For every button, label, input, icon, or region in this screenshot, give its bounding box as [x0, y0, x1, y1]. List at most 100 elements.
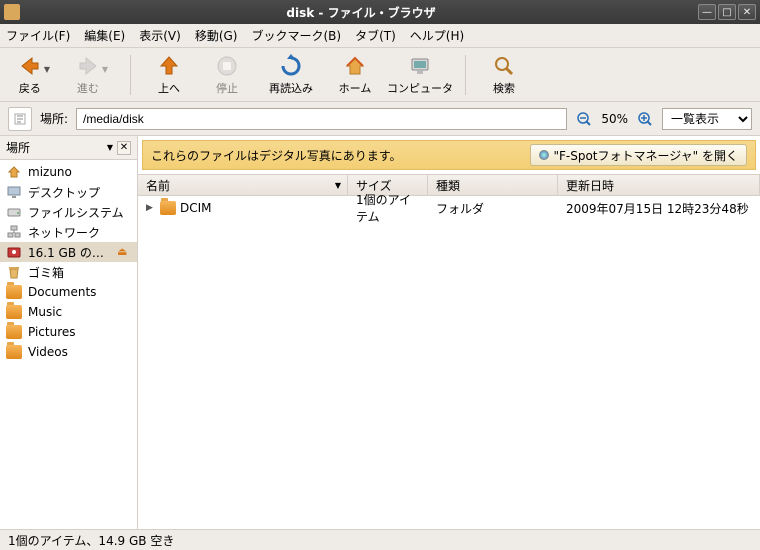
sort-indicator-icon: ▼	[335, 181, 341, 190]
sidebar-item[interactable]: ファイルシステム	[0, 202, 137, 222]
expander-icon[interactable]: ▶	[146, 203, 156, 213]
sidebar-item[interactable]: Videos	[0, 342, 137, 362]
sidebar-item[interactable]: ネットワーク	[0, 222, 137, 242]
sidebar-item[interactable]: デスクトップ	[0, 182, 137, 202]
sidebar-close-button[interactable]: ✕	[117, 141, 131, 155]
file-list[interactable]: ▶DCIM1個のアイテムフォルダ2009年07月15日 12時23分48秒	[138, 196, 760, 529]
sidebar-item-label: Music	[28, 305, 131, 319]
menu-bookmarks[interactable]: ブックマーク(B)	[251, 27, 341, 44]
sidebar-item[interactable]: 16.1 GB のメデ... ⏏	[0, 242, 137, 262]
up-icon	[157, 54, 181, 78]
back-icon	[18, 54, 42, 78]
sidebar-title: 場所	[6, 139, 103, 156]
toolbar: 戻る ▼ 進む ▼ 上へ 停止 再読込み ホーム コンピュータ 検索	[0, 48, 760, 102]
separator	[130, 55, 131, 95]
location-bar: 場所: 50% 一覧表示	[0, 102, 760, 136]
sidebar: 場所 ▼ ✕ mizunoデスクトップファイルシステムネットワーク16.1 GB…	[0, 136, 138, 529]
trash-icon	[6, 264, 22, 280]
file-name: DCIM	[180, 201, 212, 215]
menu-go[interactable]: 移動(G)	[195, 27, 238, 44]
zoom-in-button[interactable]	[636, 110, 654, 128]
media-icon	[6, 244, 22, 260]
sidebar-item[interactable]: ゴミ箱	[0, 262, 137, 282]
close-button[interactable]: ✕	[738, 4, 756, 20]
sidebar-item-label: 16.1 GB のメデ...	[28, 244, 111, 261]
sidebar-item-label: ゴミ箱	[28, 264, 131, 281]
menu-file[interactable]: ファイル(F)	[6, 27, 70, 44]
folder-icon	[160, 201, 176, 215]
app-icon	[539, 150, 549, 160]
folder-icon	[6, 304, 22, 320]
file-date: 2009年07月15日 12時23分48秒	[558, 200, 760, 217]
computer-icon	[408, 54, 432, 78]
minimize-button[interactable]: —	[698, 4, 716, 20]
sidebar-item[interactable]: Music	[0, 302, 137, 322]
sidebar-item[interactable]: Pictures	[0, 322, 137, 342]
file-row[interactable]: ▶DCIM1個のアイテムフォルダ2009年07月15日 12時23分48秒	[138, 196, 760, 220]
zoom-out-button[interactable]	[575, 110, 593, 128]
stop-button[interactable]: 停止	[201, 51, 253, 99]
sidebar-item-label: ネットワーク	[28, 224, 131, 241]
column-name[interactable]: 名前▼	[138, 175, 348, 195]
file-type: フォルダ	[428, 200, 558, 217]
path-input[interactable]	[76, 108, 567, 130]
drive-icon	[6, 204, 22, 220]
maximize-button[interactable]: □	[718, 4, 736, 20]
menu-tabs[interactable]: タブ(T)	[355, 27, 396, 44]
up-button[interactable]: 上へ	[143, 51, 195, 99]
chevron-down-icon[interactable]: ▼	[102, 65, 108, 74]
column-type[interactable]: 種類	[428, 175, 558, 195]
sidebar-item-label: デスクトップ	[28, 184, 131, 201]
sidebar-item-label: Pictures	[28, 325, 131, 339]
titlebar: disk - ファイル・ブラウザ — □ ✕	[0, 0, 760, 24]
chevron-down-icon[interactable]: ▼	[107, 143, 113, 152]
status-text: 1個のアイテム、14.9 GB 空き	[8, 532, 174, 549]
file-size: 1個のアイテム	[348, 191, 428, 225]
sidebar-header: 場所 ▼ ✕	[0, 136, 137, 160]
window-title: disk - ファイル・ブラウザ	[26, 4, 696, 21]
content-area: これらのファイルはデジタル写真にあります。 "F-Spotフォトマネージャ" を…	[138, 136, 760, 529]
column-size[interactable]: サイズ	[348, 175, 428, 195]
open-fspot-button[interactable]: "F-Spotフォトマネージャ" を開く	[530, 144, 747, 166]
folder-icon	[6, 284, 22, 300]
home-icon	[6, 164, 22, 180]
home-icon	[343, 54, 367, 78]
sidebar-item-label: Videos	[28, 345, 131, 359]
reload-button[interactable]: 再読込み	[259, 51, 323, 99]
menu-edit[interactable]: 編集(E)	[84, 27, 125, 44]
info-message: これらのファイルはデジタル写真にあります。	[151, 147, 530, 164]
sidebar-item[interactable]: mizuno	[0, 162, 137, 182]
search-icon	[492, 54, 516, 78]
info-bar: これらのファイルはデジタル写真にあります。 "F-Spotフォトマネージャ" を…	[142, 140, 756, 170]
reload-icon	[279, 54, 303, 78]
menu-help[interactable]: ヘルプ(H)	[410, 27, 464, 44]
folder-icon	[4, 4, 20, 20]
home-button[interactable]: ホーム	[329, 51, 381, 99]
chevron-down-icon[interactable]: ▼	[44, 65, 50, 74]
folder-icon	[6, 344, 22, 360]
location-label: 場所:	[40, 110, 68, 127]
menu-view[interactable]: 表示(V)	[139, 27, 181, 44]
eject-icon[interactable]: ⏏	[117, 245, 131, 259]
sidebar-item-label: mizuno	[28, 165, 131, 179]
zoom-level: 50%	[601, 112, 628, 126]
search-button[interactable]: 検索	[478, 51, 530, 99]
network-icon	[6, 224, 22, 240]
column-date[interactable]: 更新日時	[558, 175, 760, 195]
view-mode-select[interactable]: 一覧表示	[662, 108, 752, 130]
edit-location-button[interactable]	[8, 107, 32, 131]
main-area: 場所 ▼ ✕ mizunoデスクトップファイルシステムネットワーク16.1 GB…	[0, 136, 760, 529]
desktop-icon	[6, 184, 22, 200]
sidebar-list: mizunoデスクトップファイルシステムネットワーク16.1 GB のメデ...…	[0, 160, 137, 529]
back-button[interactable]: 戻る ▼	[8, 51, 60, 99]
computer-button[interactable]: コンピュータ	[387, 51, 453, 99]
stop-icon	[215, 54, 239, 78]
sidebar-item-label: Documents	[28, 285, 131, 299]
folder-icon	[6, 324, 22, 340]
forward-button[interactable]: 進む ▼	[66, 51, 118, 99]
column-headers: 名前▼ サイズ 種類 更新日時	[138, 174, 760, 196]
sidebar-item[interactable]: Documents	[0, 282, 137, 302]
sidebar-item-label: ファイルシステム	[28, 204, 131, 221]
forward-icon	[76, 54, 100, 78]
menubar: ファイル(F) 編集(E) 表示(V) 移動(G) ブックマーク(B) タブ(T…	[0, 24, 760, 48]
